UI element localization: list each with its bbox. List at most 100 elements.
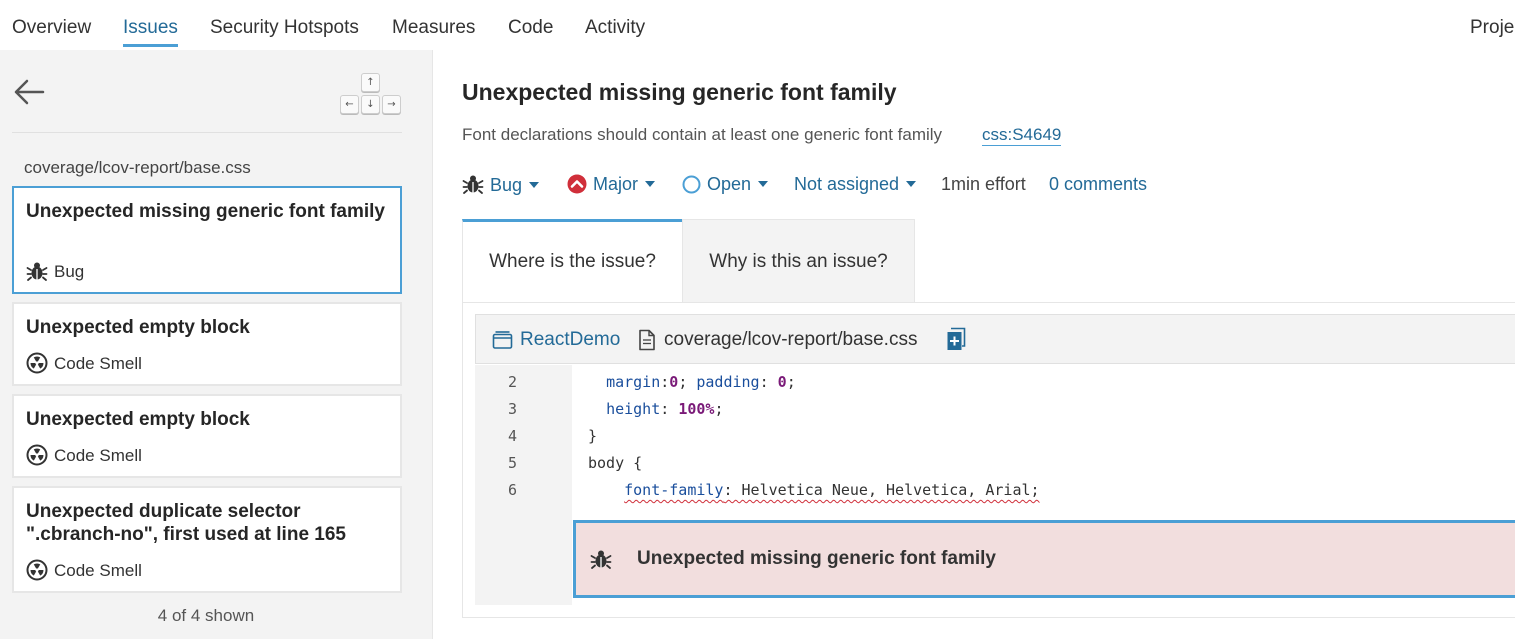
top-navigation: Overview Issues Security Hotspots Measur… <box>0 0 1515 50</box>
code-text: margin:0; padding: 0; <box>588 369 796 396</box>
issue-card-title: Unexpected empty block <box>26 317 250 338</box>
issues-sidebar: ↑ ← ↓ → coverage/lcov-report/base.css Un… <box>0 50 433 639</box>
code-token: ; <box>786 373 796 391</box>
severity-value: Major <box>593 174 639 194</box>
file-path: coverage/lcov-report/base.css <box>664 329 918 350</box>
rule-description: Font declarations should contain at leas… <box>462 125 943 144</box>
issue-card[interactable]: Unexpected empty block Code Smell <box>12 302 402 386</box>
code-token: ; <box>678 373 697 391</box>
code-line: 2 margin:0; padding: 0; <box>475 369 1515 396</box>
issue-card-type: Code Smell <box>26 352 142 374</box>
code-text: font-family: Helvetica Neue, Helvetica, … <box>588 477 1040 504</box>
tab-where-is-the-issue[interactable]: Where is the issue? <box>462 219 682 302</box>
code-text: height: 100%; <box>588 396 723 423</box>
add-to-favorites-icon[interactable] <box>946 327 966 352</box>
issue-card-title: Unexpected duplicate selector ".cbranch-… <box>26 501 346 545</box>
line-number[interactable]: 2 <box>475 369 572 396</box>
line-number[interactable]: 6 <box>475 477 572 504</box>
major-severity-icon <box>567 174 587 194</box>
issue-title: Unexpected missing generic font family <box>462 79 897 105</box>
line-number[interactable]: 5 <box>475 450 572 477</box>
nav-tab-measures[interactable]: Measures <box>392 16 475 40</box>
issue-card[interactable]: Unexpected empty block Code Smell <box>12 394 402 478</box>
code-token: padding <box>696 373 760 391</box>
inline-issue-message: Unexpected missing generic font family <box>637 548 996 569</box>
bug-icon <box>590 550 612 569</box>
code-token: } <box>588 427 598 445</box>
comments-link[interactable]: 0 comments <box>1049 173 1147 195</box>
back-arrow-icon[interactable] <box>12 78 46 106</box>
nav-tab-security-hotspots[interactable]: Security Hotspots <box>210 16 359 40</box>
code-token: margin <box>606 373 661 391</box>
chevron-down-icon <box>906 181 917 187</box>
issue-type-dropdown[interactable]: Bug <box>462 173 540 196</box>
code-line: 4} <box>475 423 1515 450</box>
nav-tab-activity[interactable]: Activity <box>585 16 645 40</box>
effort-label: 1min effort <box>941 174 1026 194</box>
issues-shown-count: 4 of 4 shown <box>157 606 255 625</box>
code-token: 0 <box>777 373 787 391</box>
issue-card[interactable]: Unexpected duplicate selector ".cbranch-… <box>12 486 402 593</box>
code-smell-icon <box>26 444 48 466</box>
issue-card-type: Code Smell <box>26 444 142 466</box>
issue-type-label: Code Smell <box>54 446 142 465</box>
code-token: : <box>759 373 778 391</box>
chevron-down-icon <box>758 181 769 187</box>
code-token: height <box>606 400 661 418</box>
project-icon <box>492 331 513 349</box>
sidebar-divider <box>12 132 402 133</box>
code-token: 0 <box>669 373 679 391</box>
code-token: : <box>660 373 670 391</box>
code-smell-icon <box>26 559 48 581</box>
issue-type-value: Bug <box>490 175 523 195</box>
chevron-down-icon <box>529 182 540 188</box>
nav-tab-overview[interactable]: Overview <box>12 16 91 40</box>
assignee-dropdown[interactable]: Not assigned <box>794 173 917 195</box>
code-token: : Helvetica Neue, Helvetica, Arial; <box>723 481 1040 499</box>
rule-key-link[interactable]: css:S4649 <box>982 125 1062 146</box>
line-number[interactable]: 4 <box>475 423 572 450</box>
issue-type-label: Bug <box>54 262 85 281</box>
inline-issue-box[interactable]: Unexpected missing generic font family <box>573 520 1515 598</box>
nav-tab-code[interactable]: Code <box>508 16 553 40</box>
issue-card-type: Code Smell <box>26 559 142 581</box>
component-path: coverage/lcov-report/base.css <box>24 158 251 177</box>
severity-dropdown[interactable]: Major <box>567 173 656 195</box>
assignee-value: Not assigned <box>794 174 900 194</box>
bug-icon <box>26 262 48 281</box>
keyboard-left-hint: ← <box>340 95 359 114</box>
project-link[interactable]: ReactDemo <box>520 328 620 352</box>
issue-details: Unexpected missing generic font family F… <box>433 50 1515 639</box>
code-smell-icon <box>26 352 48 374</box>
file-icon <box>639 329 655 351</box>
source-viewer-header: ReactDemo coverage/lcov-report/base.css <box>475 314 1515 364</box>
issue-card-type: Bug <box>26 260 84 282</box>
keyboard-up-hint: ↑ <box>361 73 380 92</box>
code-token: font-family <box>624 481 724 499</box>
code-line: 3 height: 100%; <box>475 396 1515 423</box>
issue-card-selected[interactable]: Unexpected missing generic font family B… <box>12 186 402 294</box>
open-status-icon <box>682 175 701 194</box>
issue-type-label: Code Smell <box>54 561 142 580</box>
code-token: ; <box>714 400 724 418</box>
code-text: body { <box>588 450 642 477</box>
code-text: } <box>588 423 597 450</box>
code-line: 5 body { <box>475 450 1515 477</box>
code-line: 6 font-family: Helvetica Neue, Helvetica… <box>475 477 1515 504</box>
code-token: 100% <box>678 400 715 418</box>
status-value: Open <box>707 174 752 194</box>
status-dropdown[interactable]: Open <box>682 173 769 195</box>
keyboard-down-hint: ↓ <box>361 95 380 114</box>
issue-type-label: Code Smell <box>54 354 142 373</box>
tab-why-is-this-an-issue[interactable]: Why is this an issue? <box>682 219 915 302</box>
bug-icon <box>462 175 484 194</box>
keyboard-right-hint: → <box>382 95 401 114</box>
issue-card-title: Unexpected empty block <box>26 409 250 430</box>
nav-tab-issues[interactable]: Issues <box>123 16 178 47</box>
project-settings-menu[interactable]: Proje <box>1470 16 1514 40</box>
code-token: : <box>660 400 679 418</box>
line-number[interactable]: 3 <box>475 396 572 423</box>
